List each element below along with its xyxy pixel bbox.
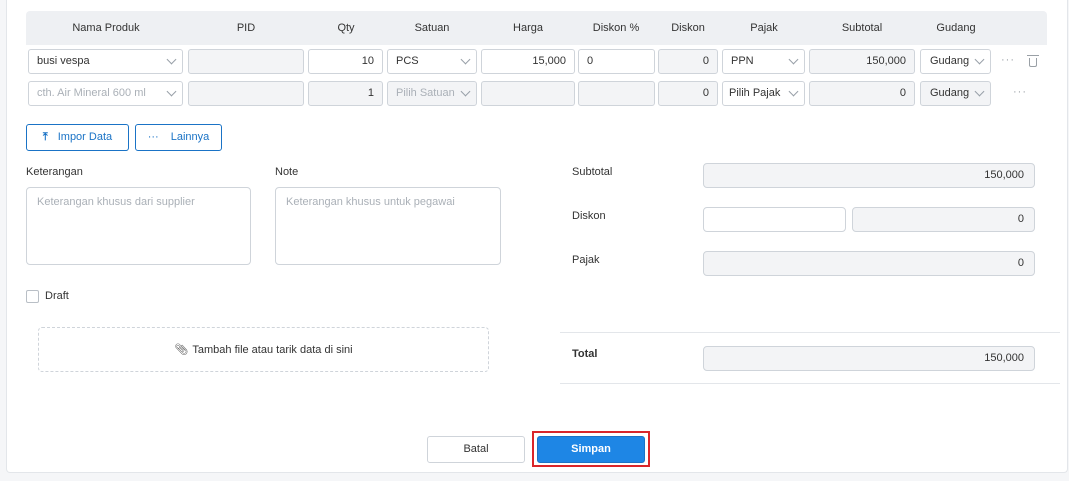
qty-input[interactable]: 10 xyxy=(308,49,383,74)
summary-subtotal-value: 150,000 xyxy=(703,163,1035,188)
draft-checkbox[interactable] xyxy=(26,290,39,303)
header-pajak: Pajak xyxy=(750,22,778,34)
paperclip-icon: 📎︎ xyxy=(174,344,189,356)
product-select-value: busi vespa xyxy=(37,55,90,67)
chevron-down-icon xyxy=(788,54,799,65)
summary-tax-value: 0 xyxy=(703,251,1035,276)
product-select[interactable]: busi vespa xyxy=(28,49,183,74)
warehouse-select[interactable]: Gudang xyxy=(920,49,991,74)
header-diskon-pct: Diskon % xyxy=(592,22,640,34)
summary-discount-value: 0 xyxy=(852,207,1035,232)
tax-placeholder: Pilih Pajak xyxy=(729,87,781,99)
qty-input-empty[interactable]: 1 xyxy=(308,81,383,106)
dropzone-label: Tambah file atau tarik data di sini xyxy=(192,344,353,356)
header-harga: Harga xyxy=(513,22,543,34)
summary-divider-bottom xyxy=(560,383,1060,384)
cancel-button[interactable]: Batal xyxy=(427,436,525,463)
header-satuan: Satuan xyxy=(414,22,450,34)
summary-tax-label: Pajak xyxy=(572,254,600,266)
unit-select[interactable]: PCS xyxy=(387,49,477,74)
trash-icon[interactable] xyxy=(1027,55,1039,67)
product-placeholder: cth. Air Mineral 600 ml xyxy=(37,87,146,99)
warehouse-select-value: Gudang xyxy=(930,87,970,99)
keterangan-textarea[interactable]: Keterangan khusus dari supplier xyxy=(26,187,251,265)
pid-field xyxy=(188,49,304,74)
keterangan-label: Keterangan xyxy=(26,166,83,178)
header-qty: Qty xyxy=(337,22,355,34)
header-subtotal: Subtotal xyxy=(841,22,883,34)
header-gudang: Gudang xyxy=(936,22,976,34)
discount-amount-field: 0 xyxy=(658,49,718,74)
discount-amount-field-empty: 0 xyxy=(658,81,718,106)
tax-select[interactable]: PPN xyxy=(722,49,805,74)
summary-discount-input[interactable] xyxy=(703,207,846,232)
row-more-icon[interactable]: ··· xyxy=(1001,54,1015,66)
upload-icon: ⤒ xyxy=(42,131,48,143)
file-dropzone[interactable]: 📎︎ Tambah file atau tarik data di sini xyxy=(38,327,489,372)
note-textarea[interactable]: Keterangan khusus untuk pegawai xyxy=(275,187,501,265)
import-data-button[interactable]: ⤒ Impor Data xyxy=(26,124,129,151)
price-input[interactable]: 15,000 xyxy=(481,49,575,74)
import-data-label: Impor Data xyxy=(57,131,113,143)
subtotal-field-empty: 0 xyxy=(809,81,915,106)
ellipsis-icon: ··· xyxy=(147,131,159,143)
chevron-down-icon xyxy=(460,54,471,65)
unit-select-value: PCS xyxy=(396,55,419,67)
tax-select-value: PPN xyxy=(731,55,754,67)
draft-label: Draft xyxy=(45,290,69,302)
note-label: Note xyxy=(275,166,299,178)
subtotal-field: 150,000 xyxy=(809,49,915,74)
discount-pct-input-empty[interactable] xyxy=(578,81,655,106)
unit-placeholder: Pilih Satuan xyxy=(396,87,455,99)
more-actions-button[interactable]: ··· Lainnya xyxy=(135,124,222,151)
price-input-empty[interactable] xyxy=(481,81,575,106)
chevron-down-icon xyxy=(166,86,177,97)
pid-field-empty xyxy=(188,81,304,106)
warehouse-select-value: Gudang xyxy=(930,55,970,67)
tax-select-empty[interactable]: Pilih Pajak xyxy=(722,81,805,106)
chevron-down-icon xyxy=(166,54,177,65)
unit-select-empty[interactable]: Pilih Satuan xyxy=(387,81,477,106)
discount-pct-input[interactable]: 0 xyxy=(578,49,655,74)
save-button[interactable]: Simpan xyxy=(537,436,645,463)
row-more-icon[interactable]: ··· xyxy=(1013,86,1027,98)
summary-subtotal-label: Subtotal xyxy=(572,166,613,178)
summary-discount-label: Diskon xyxy=(572,210,606,222)
header-diskon: Diskon xyxy=(671,22,705,34)
table-header: Nama Produk PID Qty Satuan Harga Diskon … xyxy=(26,11,1047,45)
product-select-empty[interactable]: cth. Air Mineral 600 ml xyxy=(28,81,183,106)
header-nama-produk: Nama Produk xyxy=(72,22,140,34)
summary-divider-top xyxy=(560,332,1060,333)
warehouse-select-empty[interactable]: Gudang xyxy=(920,81,991,106)
summary-total-value: 150,000 xyxy=(703,346,1035,371)
header-pid: PID xyxy=(236,22,256,34)
more-actions-label: Lainnya xyxy=(170,131,210,143)
summary-total-label: Total xyxy=(572,348,598,360)
